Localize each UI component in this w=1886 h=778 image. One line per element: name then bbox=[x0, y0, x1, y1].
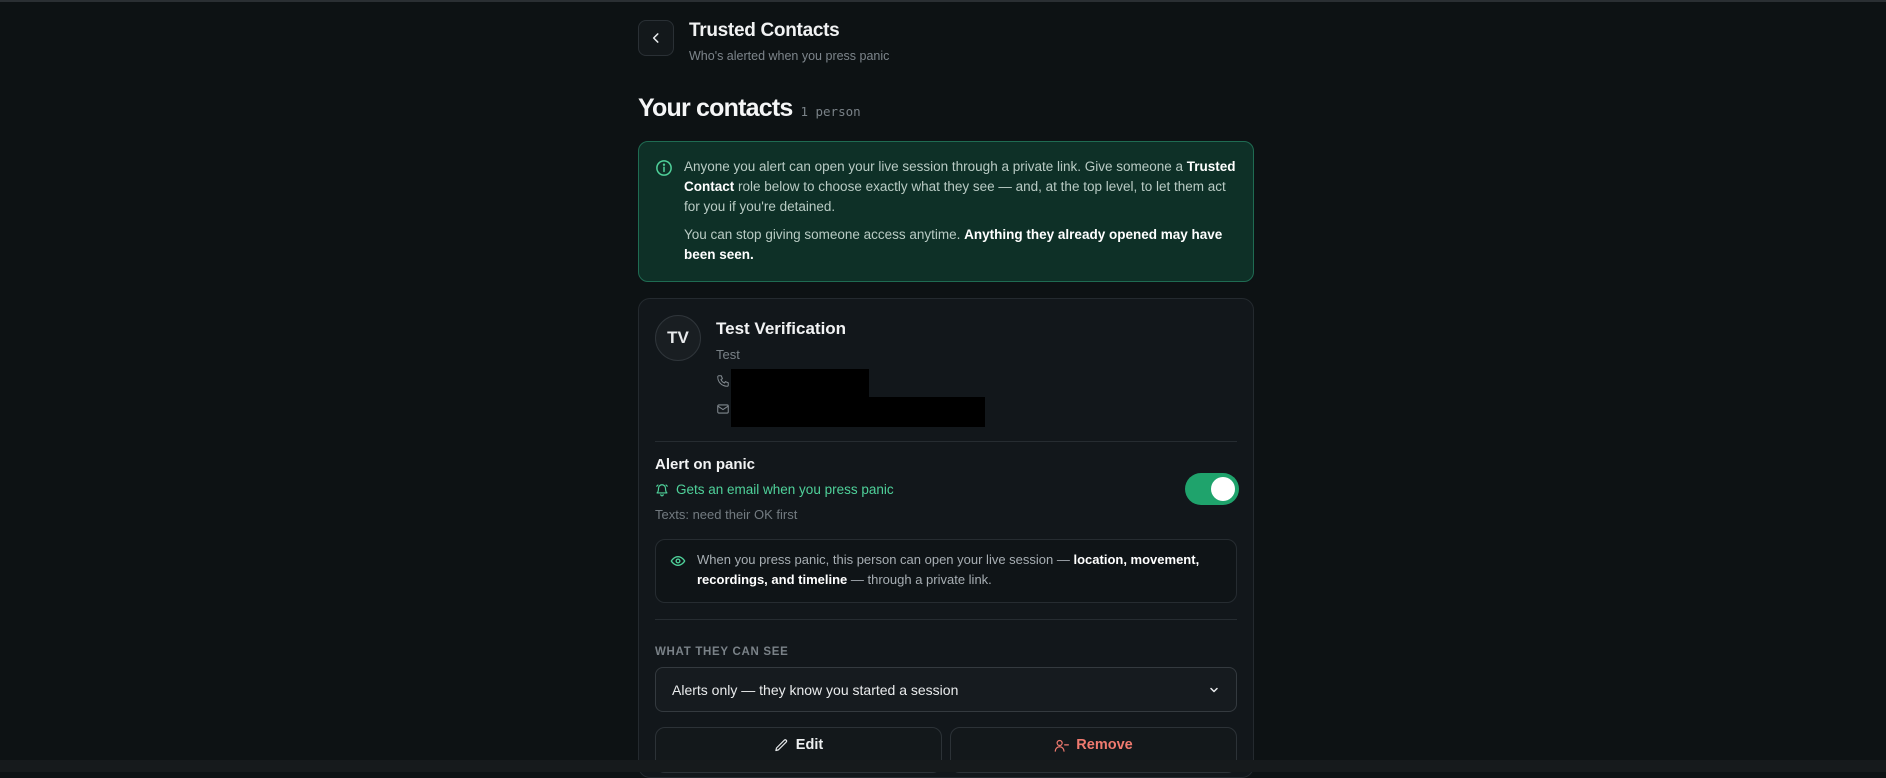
live-session-visibility-note: When you press panic, this person can op… bbox=[655, 539, 1237, 603]
divider bbox=[655, 619, 1237, 620]
info-icon bbox=[656, 160, 672, 176]
access-level-label: WHAT THEY CAN SEE bbox=[655, 646, 789, 658]
contact-email-row bbox=[716, 397, 1016, 427]
page-title: Trusted Contacts bbox=[689, 20, 840, 41]
bottom-bar bbox=[0, 760, 1886, 772]
section-title: Your contacts bbox=[638, 94, 793, 122]
bell-icon bbox=[656, 483, 668, 496]
access-level-value: Alerts only — they know you started a se… bbox=[672, 681, 959, 698]
contacts-section-header: Your contacts 1 person bbox=[638, 94, 1254, 124]
alert-on-panic-title: Alert on panic bbox=[655, 456, 756, 473]
contact-card: TV Test Verification Test Alert on panic… bbox=[638, 298, 1254, 778]
info-paragraph-revoke: You can stop giving someone access anyti… bbox=[684, 227, 1223, 262]
avatar: TV bbox=[655, 315, 701, 361]
contact-name: Test Verification bbox=[716, 319, 847, 338]
contact-count: 1 person bbox=[800, 104, 861, 119]
user-minus-icon bbox=[1054, 739, 1070, 752]
info-paragraph-access: Anyone you alert can open your live sess… bbox=[684, 159, 1236, 214]
alert-on-panic-toggle[interactable] bbox=[1185, 473, 1239, 505]
mail-icon bbox=[717, 404, 729, 414]
contact-relation: Test bbox=[716, 347, 740, 362]
info-banner: Anyone you alert can open your live sess… bbox=[638, 141, 1254, 282]
contact-phone-row bbox=[716, 369, 1016, 397]
page-header: Trusted Contacts Who's alerted when you … bbox=[638, 20, 1254, 66]
back-button[interactable] bbox=[638, 20, 674, 56]
divider bbox=[655, 441, 1237, 442]
chevron-left-icon bbox=[652, 33, 659, 43]
phone-icon bbox=[717, 375, 729, 387]
page-subtitle: Who's alerted when you press panic bbox=[689, 49, 890, 63]
access-level-select[interactable]: Alerts only — they know you started a se… bbox=[655, 667, 1237, 712]
alert-status: Gets an email when you press panic bbox=[655, 482, 894, 497]
pencil-icon bbox=[775, 738, 787, 751]
top-border bbox=[0, 0, 1886, 2]
chevron-down-icon bbox=[1210, 687, 1218, 692]
toggle-knob bbox=[1211, 477, 1235, 501]
redacted-phone bbox=[731, 369, 869, 397]
eye-icon bbox=[670, 556, 686, 566]
redacted-email bbox=[731, 397, 985, 427]
sms-consent-status: Texts: need their OK first bbox=[655, 507, 798, 522]
